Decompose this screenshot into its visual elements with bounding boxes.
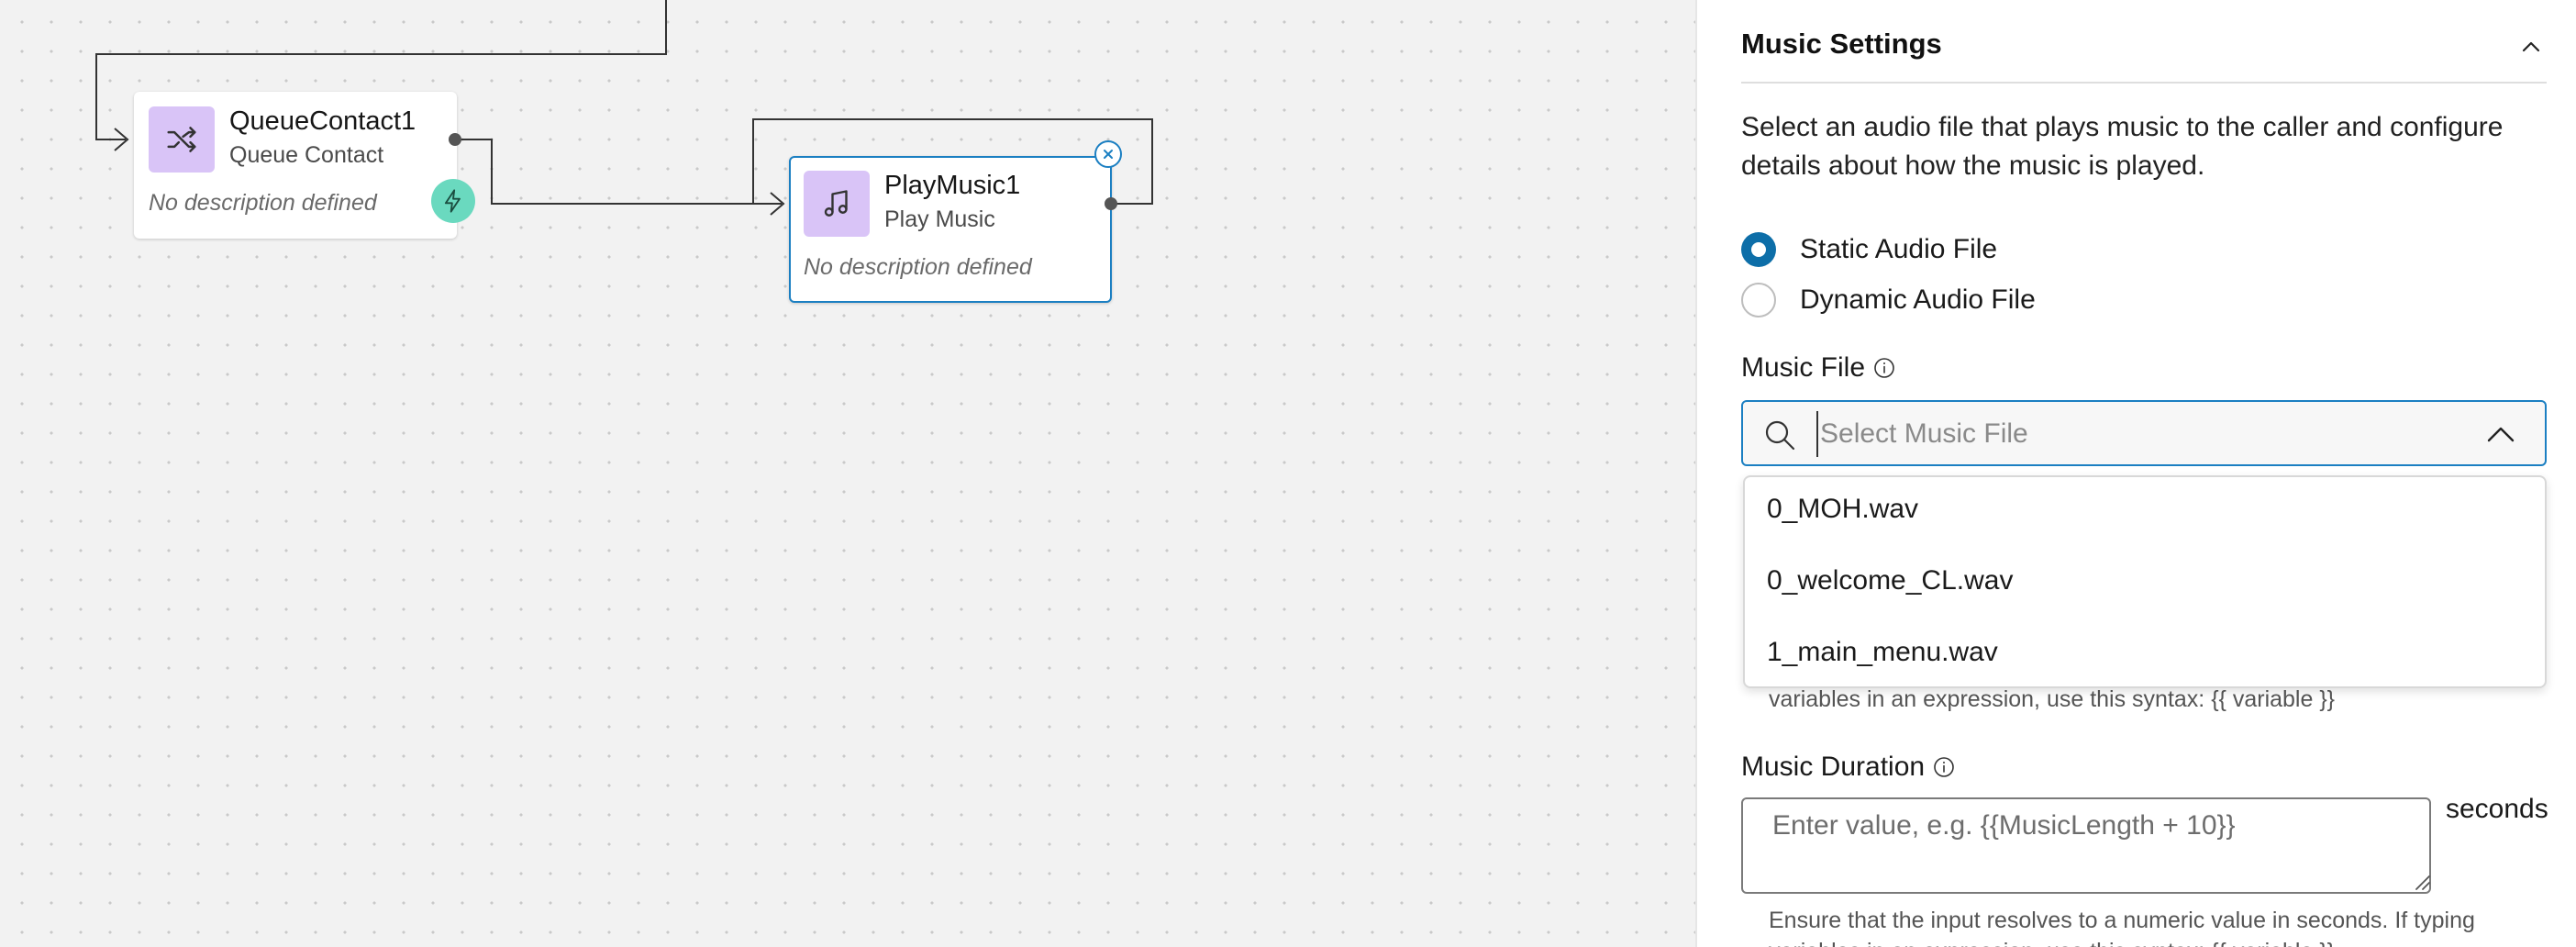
settings-panel: Music Settings Select an audio file that… bbox=[1695, 0, 2576, 947]
field-label-text: Music Duration bbox=[1741, 752, 1926, 782]
node-title: QueueContact1 bbox=[229, 106, 416, 136]
dropdown-option[interactable]: 1_main_menu.wav bbox=[1767, 637, 1998, 668]
delete-node-button[interactable] bbox=[1094, 140, 1122, 168]
close-icon bbox=[1104, 150, 1113, 159]
divider bbox=[1741, 82, 2547, 84]
info-icon[interactable] bbox=[1872, 356, 1896, 380]
resize-handle-icon[interactable] bbox=[2411, 871, 2431, 891]
info-icon[interactable] bbox=[1932, 755, 1956, 779]
panel-description: Select an audio file that plays music to… bbox=[1741, 112, 2504, 181]
music-file-dropdown: 0_MOH.wav 0_welcome_CL.wav 1_main_menu.w… bbox=[1743, 475, 2547, 688]
panel-title: Music Settings bbox=[1741, 28, 1942, 60]
music-duration-label: Music Duration bbox=[1741, 752, 1956, 783]
chevron-up-icon[interactable] bbox=[2517, 33, 2545, 61]
radio-button[interactable] bbox=[1741, 232, 1776, 267]
lightning-icon bbox=[444, 189, 461, 213]
node-description: No description defined bbox=[804, 254, 1032, 280]
dropdown-option[interactable]: 0_welcome_CL.wav bbox=[1767, 565, 2013, 596]
queue-to-play-connection bbox=[457, 139, 782, 205]
play-music-node[interactable]: PlayMusic1 Play Music No description def… bbox=[789, 156, 1112, 303]
node-description: No description defined bbox=[149, 190, 377, 216]
queue-contact-node[interactable]: QueueContact1 Queue Contact No descripti… bbox=[134, 92, 457, 239]
radio-button[interactable] bbox=[1741, 283, 1776, 318]
radio-label: Dynamic Audio File bbox=[1800, 284, 2036, 315]
music-file-select[interactable] bbox=[1741, 400, 2547, 466]
field-label-text: Music File bbox=[1741, 352, 1866, 383]
music-duration-field[interactable] bbox=[1741, 797, 2431, 894]
music-file-search-input[interactable] bbox=[1816, 411, 2464, 457]
chevron-up-icon[interactable] bbox=[2484, 420, 2517, 448]
flow-canvas[interactable]: QueueContact1 Queue Contact No descripti… bbox=[0, 0, 1695, 947]
node-title: PlayMusic1 bbox=[884, 171, 1021, 200]
seconds-unit-label: seconds bbox=[2446, 794, 2548, 824]
music-file-helper-text: variables in an expression, use this syn… bbox=[1769, 686, 2336, 712]
search-icon bbox=[1765, 420, 1795, 451]
event-handler-button[interactable] bbox=[431, 179, 475, 223]
radio-static-audio-file[interactable]: Static Audio File bbox=[1741, 232, 1997, 267]
output-port[interactable] bbox=[449, 133, 461, 146]
music-file-label: Music File bbox=[1741, 352, 1896, 384]
radio-dynamic-audio-file[interactable]: Dynamic Audio File bbox=[1741, 283, 2036, 318]
dropdown-option[interactable]: 0_MOH.wav bbox=[1767, 494, 1918, 525]
output-port[interactable] bbox=[1105, 197, 1117, 210]
radio-label: Static Audio File bbox=[1800, 234, 1998, 264]
node-type: Play Music bbox=[884, 206, 995, 232]
node-type: Queue Contact bbox=[229, 142, 384, 168]
music-note-icon bbox=[804, 171, 870, 237]
music-duration-helper-text: Ensure that the input resolves to a nume… bbox=[1769, 908, 2475, 947]
music-duration-input[interactable] bbox=[1771, 808, 2407, 886]
shuffle-icon bbox=[149, 106, 215, 173]
